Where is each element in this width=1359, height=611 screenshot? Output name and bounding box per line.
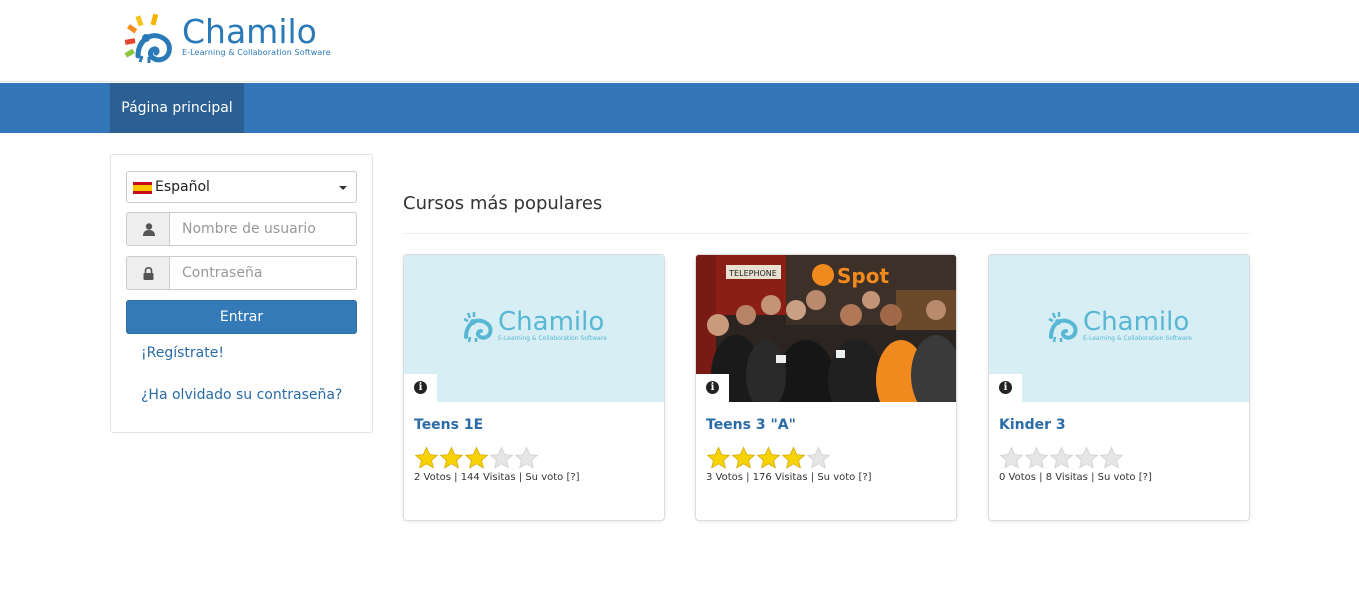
photo-sign-telephone: TELEPHONE [728, 269, 777, 278]
star-filled-icon[interactable] [781, 446, 806, 470]
nav-home-link[interactable]: Página principal [110, 83, 244, 133]
star-filled-icon[interactable] [756, 446, 781, 470]
star-rating[interactable] [999, 446, 1124, 470]
brand-name: Chamilo [182, 12, 317, 51]
group-photo-image: TELEPHONE Spot [696, 255, 956, 402]
course-card: TELEPHONE Spot i Teens 3 "A" 3 Votos | 1… [695, 254, 957, 521]
course-thumbnail[interactable]: Chamilo E-Learning & Collaboration Softw… [404, 255, 664, 402]
photo-sign-spot: Spot [837, 264, 889, 288]
brand-tagline: E-Learning & Collaboration Software [182, 48, 331, 57]
username-input[interactable]: Nombre de usuario [169, 212, 357, 246]
chamilo-logo[interactable]: Chamilo E-Learning & Collaboration Softw… [122, 12, 352, 68]
main-navbar: Página principal [0, 83, 1359, 133]
login-panel: Español Nombre de usuario Contraseña Ent… [110, 154, 373, 433]
course-title[interactable]: Teens 3 "A" [706, 417, 796, 433]
course-info-button[interactable]: i [404, 374, 437, 402]
thumb-brand-name: Chamilo [498, 307, 605, 337]
course-stats: 3 Votos | 176 Visitas | Su voto [?] [706, 472, 872, 483]
star-empty-icon[interactable] [1099, 446, 1124, 470]
section-divider [403, 233, 1250, 234]
login-button[interactable]: Entrar [126, 300, 357, 334]
thumb-brand-tagline: E-Learning & Collaboration Software [498, 335, 607, 342]
star-rating[interactable] [706, 446, 831, 470]
star-empty-icon[interactable] [806, 446, 831, 470]
popular-courses-heading: Cursos más populares [403, 193, 603, 214]
register-link[interactable]: ¡Regístrate! [141, 345, 224, 361]
chamilo-chameleon-icon [463, 312, 493, 343]
course-photo: TELEPHONE Spot [696, 255, 956, 402]
star-filled-icon[interactable] [464, 446, 489, 470]
star-rating[interactable] [414, 446, 539, 470]
site-header: Chamilo E-Learning & Collaboration Softw… [0, 0, 1359, 82]
star-empty-icon[interactable] [514, 446, 539, 470]
star-empty-icon[interactable] [1024, 446, 1049, 470]
info-icon: i [706, 381, 719, 394]
course-thumbnail[interactable]: TELEPHONE Spot [696, 255, 956, 402]
star-filled-icon[interactable] [414, 446, 439, 470]
language-select[interactable]: Español [126, 171, 357, 203]
chamilo-logo-icon [124, 13, 172, 63]
forgot-password-link[interactable]: ¿Ha olvidado su contraseña? [141, 387, 342, 403]
course-card: Chamilo E-Learning & Collaboration Softw… [988, 254, 1250, 521]
course-title[interactable]: Teens 1E [414, 417, 483, 433]
course-card: Chamilo E-Learning & Collaboration Softw… [403, 254, 665, 521]
lock-icon [143, 267, 154, 280]
username-group: Nombre de usuario [126, 212, 357, 246]
course-title[interactable]: Kinder 3 [999, 417, 1066, 433]
star-empty-icon[interactable] [1049, 446, 1074, 470]
caret-down-icon [339, 186, 347, 190]
course-stats: 2 Votos | 144 Visitas | Su voto [?] [414, 472, 580, 483]
course-info-button[interactable]: i [989, 374, 1022, 402]
star-filled-icon[interactable] [731, 446, 756, 470]
language-select-value: Español [155, 179, 210, 195]
password-group: Contraseña [126, 256, 357, 290]
course-thumbnail[interactable]: Chamilo E-Learning & Collaboration Softw… [989, 255, 1249, 402]
star-empty-icon[interactable] [1074, 446, 1099, 470]
password-addon [126, 256, 170, 290]
star-empty-icon[interactable] [999, 446, 1024, 470]
info-icon: i [414, 381, 427, 394]
thumb-brand-tagline: E-Learning & Collaboration Software [1083, 335, 1192, 342]
chamilo-thumb-logo: Chamilo E-Learning & Collaboration Softw… [1047, 307, 1197, 343]
course-info-button[interactable]: i [696, 374, 729, 402]
info-icon: i [999, 381, 1012, 394]
star-filled-icon[interactable] [706, 446, 731, 470]
course-stats: 0 Votos | 8 Visitas | Su voto [?] [999, 472, 1152, 483]
star-empty-icon[interactable] [489, 446, 514, 470]
chamilo-chameleon-icon [1048, 312, 1078, 343]
user-icon [143, 223, 155, 236]
spain-flag-icon [133, 182, 152, 194]
thumb-brand-name: Chamilo [1083, 307, 1190, 337]
chamilo-thumb-logo: Chamilo E-Learning & Collaboration Softw… [462, 307, 612, 343]
username-addon [126, 212, 170, 246]
password-input[interactable]: Contraseña [169, 256, 357, 290]
star-filled-icon[interactable] [439, 446, 464, 470]
